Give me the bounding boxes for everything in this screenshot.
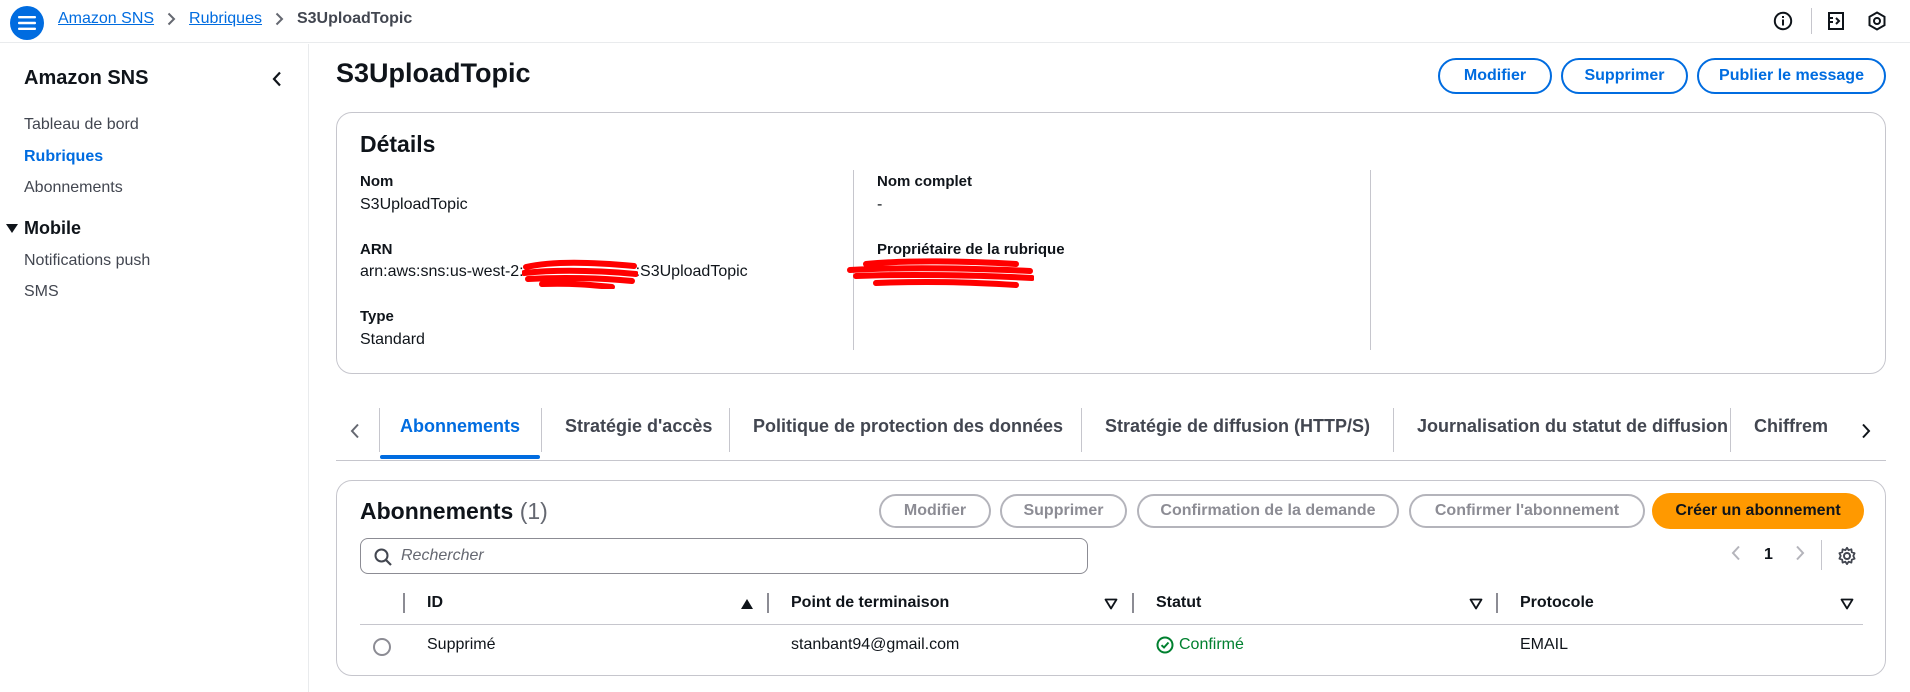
- name-value: S3UploadTopic: [360, 196, 468, 213]
- creer-abonnement-button[interactable]: Créer un abonnement: [1652, 493, 1864, 529]
- hexagon-settings-icon[interactable]: [1866, 10, 1888, 32]
- chevron-right-icon[interactable]: [1855, 420, 1877, 442]
- search-icon: [374, 548, 392, 566]
- column-header-point-de-terminaison[interactable]: Point de terminaison: [791, 594, 949, 612]
- table-header-divider: [360, 624, 1863, 625]
- chevron-left-icon[interactable]: [344, 420, 366, 442]
- fullname-value: -: [877, 196, 883, 213]
- sidebar-item-tableau-de-bord[interactable]: Tableau de bord: [24, 116, 139, 134]
- sidebar-item-sms[interactable]: SMS: [24, 283, 59, 301]
- tab-journalisation-statut-diffusion[interactable]: Journalisation du statut de diffusion: [1417, 416, 1728, 437]
- arn-label: ARN: [360, 241, 393, 258]
- column-divider: [767, 593, 769, 613]
- page-title: S3UploadTopic: [336, 58, 531, 88]
- publier-le-message-button[interactable]: Publier le message: [1697, 58, 1886, 94]
- breadcrumb: Amazon SNS Rubriques S3UploadTopic: [58, 10, 412, 28]
- details-title: Détails: [360, 131, 436, 157]
- column-header-id[interactable]: ID: [427, 594, 443, 612]
- sort-descending-icon[interactable]: [1104, 598, 1118, 610]
- breadcrumb-link-amazon-sns[interactable]: Amazon SNS: [58, 10, 154, 28]
- subscriptions-title-text: Abonnements: [360, 498, 514, 524]
- sidebar-section-label: Mobile: [24, 218, 81, 238]
- notes-icon[interactable]: [1825, 10, 1847, 32]
- cell-status: Confirmé: [1156, 636, 1244, 654]
- caret-down-icon: [6, 224, 18, 233]
- cell-id[interactable]: Supprimé: [427, 636, 495, 654]
- tab-strategie-diffusion[interactable]: Stratégie de diffusion (HTTP/S): [1105, 416, 1370, 437]
- top-bar: Amazon SNS Rubriques S3UploadTopic: [0, 0, 1910, 43]
- tab-politique-protection-donnees[interactable]: Politique de protection des données: [753, 416, 1063, 437]
- chevron-right-icon: [275, 12, 284, 26]
- search-field: [360, 538, 1088, 574]
- cell-protocol: EMAIL: [1520, 636, 1569, 653]
- sidebar-item-notifications-push[interactable]: Notifications push: [24, 252, 150, 270]
- divider: [1811, 8, 1812, 34]
- confirmation-demande-button[interactable]: Confirmation de la demande: [1137, 494, 1399, 528]
- sidebar: Amazon SNS Tableau de bord Rubriques Abo…: [0, 44, 309, 692]
- redacted-account-id: [521, 259, 638, 289]
- modifier-button[interactable]: Modifier: [1438, 58, 1552, 94]
- tab-bar: Abonnements Stratégie d'accès Politique …: [336, 402, 1886, 461]
- chevron-right-icon: [167, 12, 176, 26]
- cell-endpoint: stanbant94@gmail.com: [791, 636, 960, 653]
- breadcrumb-current: S3UploadTopic: [296, 10, 413, 27]
- chevron-left-icon[interactable]: [266, 68, 288, 90]
- tab-separator: [1081, 408, 1082, 452]
- tab-strategie-acces[interactable]: Stratégie d'accès: [565, 416, 712, 437]
- tab-separator: [729, 408, 730, 452]
- sort-ascending-icon[interactable]: [740, 598, 754, 610]
- tab-abonnements[interactable]: Abonnements: [400, 416, 520, 437]
- sort-descending-icon[interactable]: [1840, 598, 1854, 610]
- sidebar-section-mobile[interactable]: Mobile: [6, 218, 81, 239]
- subscriptions-count: (1): [519, 498, 548, 524]
- confirmer-abonnement-button[interactable]: Confirmer l'abonnement: [1409, 494, 1645, 528]
- tab-chiffrement[interactable]: Chiffrem: [1754, 416, 1852, 437]
- subscriptions-title: Abonnements (1): [360, 498, 548, 525]
- tab-separator: [541, 408, 542, 452]
- column-divider: [1496, 593, 1498, 613]
- modifier-subscription-button[interactable]: Modifier: [879, 494, 991, 528]
- pagination-current-page[interactable]: 1: [1764, 546, 1773, 564]
- column-divider: [403, 593, 405, 613]
- supprimer-button[interactable]: Supprimer: [1561, 58, 1688, 94]
- search-input[interactable]: [401, 539, 1081, 573]
- arn-suffix: :S3UploadTopic: [635, 263, 748, 280]
- pagination-next-icon[interactable]: [1795, 545, 1805, 566]
- type-value: Standard: [360, 331, 425, 348]
- status-text: Confirmé: [1179, 636, 1244, 653]
- sidebar-title: Amazon SNS: [24, 67, 149, 89]
- redacted-owner-id: [847, 258, 1034, 288]
- menu-icon[interactable]: [10, 6, 44, 40]
- breadcrumb-link-rubriques[interactable]: Rubriques: [189, 10, 262, 28]
- sidebar-item-rubriques[interactable]: Rubriques: [24, 148, 103, 166]
- column-divider: [1132, 593, 1134, 613]
- column-divider: [1370, 170, 1371, 350]
- gear-icon[interactable]: [1837, 546, 1857, 566]
- pagination-prev-icon[interactable]: [1731, 545, 1741, 566]
- column-header-statut[interactable]: Statut: [1156, 594, 1201, 612]
- active-tab-indicator: [380, 455, 540, 459]
- tab-separator: [1393, 408, 1394, 452]
- divider: [1821, 540, 1822, 570]
- owner-label: Propriétaire de la rubrique: [877, 241, 1065, 258]
- details-card: [336, 112, 1886, 374]
- row-select-radio[interactable]: [373, 638, 391, 656]
- info-icon[interactable]: [1772, 10, 1794, 32]
- tab-separator: [1730, 408, 1731, 452]
- column-header-protocole[interactable]: Protocole: [1520, 594, 1594, 612]
- sidebar-item-abonnements[interactable]: Abonnements: [24, 179, 123, 197]
- arn-prefix: arn:aws:sns:us-west-2:: [360, 263, 524, 280]
- sort-descending-icon[interactable]: [1469, 598, 1483, 610]
- type-label: Type: [360, 308, 394, 325]
- arn-value: arn:aws:sns:us-west-2: :S3UploadTopic: [360, 259, 748, 289]
- tab-separator: [379, 408, 380, 452]
- check-circle-icon: [1156, 636, 1174, 654]
- fullname-label: Nom complet: [877, 173, 973, 190]
- supprimer-subscription-button[interactable]: Supprimer: [1000, 494, 1127, 528]
- name-label: Nom: [360, 173, 394, 190]
